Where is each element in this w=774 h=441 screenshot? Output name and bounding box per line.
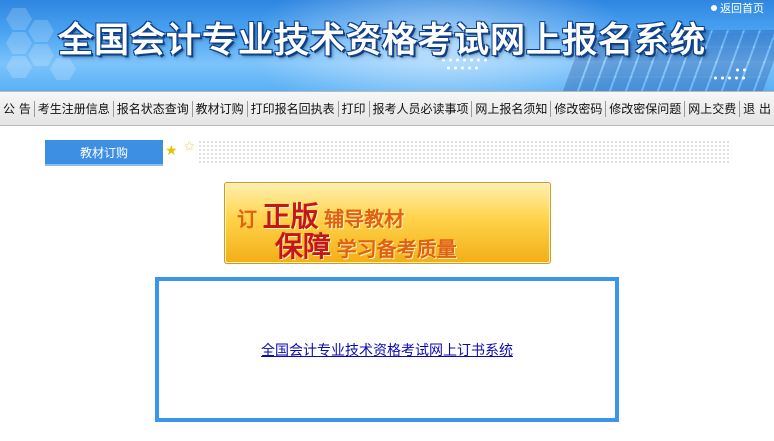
- nav-item-logout[interactable]: 退 出: [740, 100, 774, 117]
- promo-text: 学习备考质量: [336, 237, 457, 261]
- nav-item-must-read[interactable]: 报考人员必读事项: [369, 100, 471, 117]
- header-banner: 全国会计专业技术资格考试网上报名系统 返回首页: [0, 0, 774, 91]
- nav-item-payment[interactable]: 网上交费: [685, 100, 739, 117]
- order-system-box: 全国会计专业技术资格考试网上订书系统: [155, 277, 619, 422]
- hex-decoration: [6, 32, 32, 54]
- nav-item-status-query[interactable]: 报名状态查询: [114, 100, 192, 117]
- section-tab: 教材订购: [45, 140, 163, 164]
- home-link[interactable]: 返回首页: [711, 0, 764, 16]
- dot-decoration: [712, 76, 748, 80]
- order-system-link[interactable]: 全国会计专业技术资格考试网上订书系统: [261, 340, 513, 360]
- promo-banner: 订 正版 辅导教材 保障 学习备考质量: [224, 182, 551, 264]
- hex-decoration: [6, 8, 32, 30]
- star-icon: ★: [184, 139, 195, 153]
- nav-item-textbook-order[interactable]: 教材订购: [193, 100, 247, 117]
- nav-item-security-question[interactable]: 修改密保问题: [606, 100, 684, 117]
- hex-decoration: [28, 44, 54, 66]
- site-title: 全国会计专业技术资格考试网上报名系统: [58, 20, 707, 61]
- nav-item-change-password[interactable]: 修改密码: [551, 100, 605, 117]
- promo-prefix: 订: [237, 207, 257, 231]
- home-link-label: 返回首页: [720, 2, 764, 15]
- main-nav: 公 告 考生注册信息 报名状态查询 教材订购 打印报名回执表 打印 报考人员必读…: [0, 91, 774, 126]
- nav-item-print[interactable]: 打印: [339, 100, 369, 117]
- tab-underline: [45, 164, 163, 166]
- hex-decoration: [28, 20, 54, 42]
- dot-decoration: [445, 66, 481, 70]
- nav-item-register-info[interactable]: 考生注册信息: [35, 100, 113, 117]
- dot-decoration: [734, 68, 748, 72]
- nav-item-online-notice[interactable]: 网上报名须知: [472, 100, 550, 117]
- dotted-divider: [198, 140, 730, 164]
- nav-item-print-receipt[interactable]: 打印报名回执表: [248, 100, 338, 117]
- promo-highlight: 保障: [275, 230, 332, 263]
- star-icon: ★: [165, 143, 178, 159]
- nav-item-announcement[interactable]: 公 告: [0, 100, 34, 117]
- promo-line-2: 保障 学习备考质量: [275, 225, 457, 265]
- hex-decoration: [6, 56, 32, 78]
- bullet-icon: [711, 5, 717, 11]
